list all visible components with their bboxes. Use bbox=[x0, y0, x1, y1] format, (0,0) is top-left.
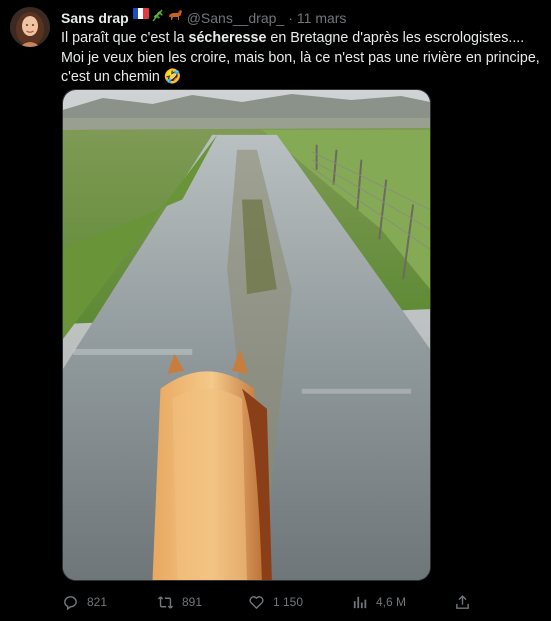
tweet-text-bold: sécheresse bbox=[188, 30, 267, 46]
analytics-icon bbox=[351, 594, 368, 611]
tweet-actions: 821 891 1 150 4,6 M bbox=[62, 592, 482, 612]
like-count: 1 150 bbox=[273, 595, 304, 609]
herb-icon bbox=[151, 8, 165, 27]
tweet-photo[interactable] bbox=[62, 89, 431, 581]
reply-button[interactable]: 821 bbox=[62, 594, 107, 611]
reply-icon bbox=[62, 594, 79, 611]
author-handle[interactable]: @Sans__drap_ bbox=[187, 9, 285, 27]
avatar[interactable] bbox=[10, 7, 50, 47]
share-button[interactable] bbox=[454, 594, 471, 611]
retweet-count: 891 bbox=[182, 595, 203, 609]
tweet-text-start: Il paraît que c'est la bbox=[61, 30, 189, 46]
reply-count: 821 bbox=[87, 595, 108, 609]
separator: · bbox=[288, 9, 293, 26]
author-name[interactable]: Sans drap bbox=[61, 9, 129, 27]
retweet-button[interactable]: 891 bbox=[157, 594, 202, 611]
horse-icon bbox=[167, 8, 183, 27]
tweet: Sans drap @Sans__drap_ · 11 mars Il para… bbox=[0, 0, 551, 621]
heart-icon bbox=[248, 594, 265, 611]
tweet-header: Sans drap @Sans__drap_ · 11 mars bbox=[61, 8, 346, 27]
name-emojis bbox=[132, 8, 183, 27]
retweet-icon bbox=[157, 594, 174, 611]
like-button[interactable]: 1 150 bbox=[248, 594, 303, 611]
views-count: 4,6 M bbox=[376, 595, 407, 609]
rofl-emoji-icon: 🤣 bbox=[163, 69, 182, 85]
flag-france-icon bbox=[132, 8, 149, 19]
tweet-text: Il paraît que c'est la sécheresse en Bre… bbox=[61, 29, 541, 88]
share-icon bbox=[454, 594, 471, 611]
tweet-date[interactable]: 11 mars bbox=[297, 9, 347, 27]
views-button[interactable]: 4,6 M bbox=[351, 594, 406, 611]
